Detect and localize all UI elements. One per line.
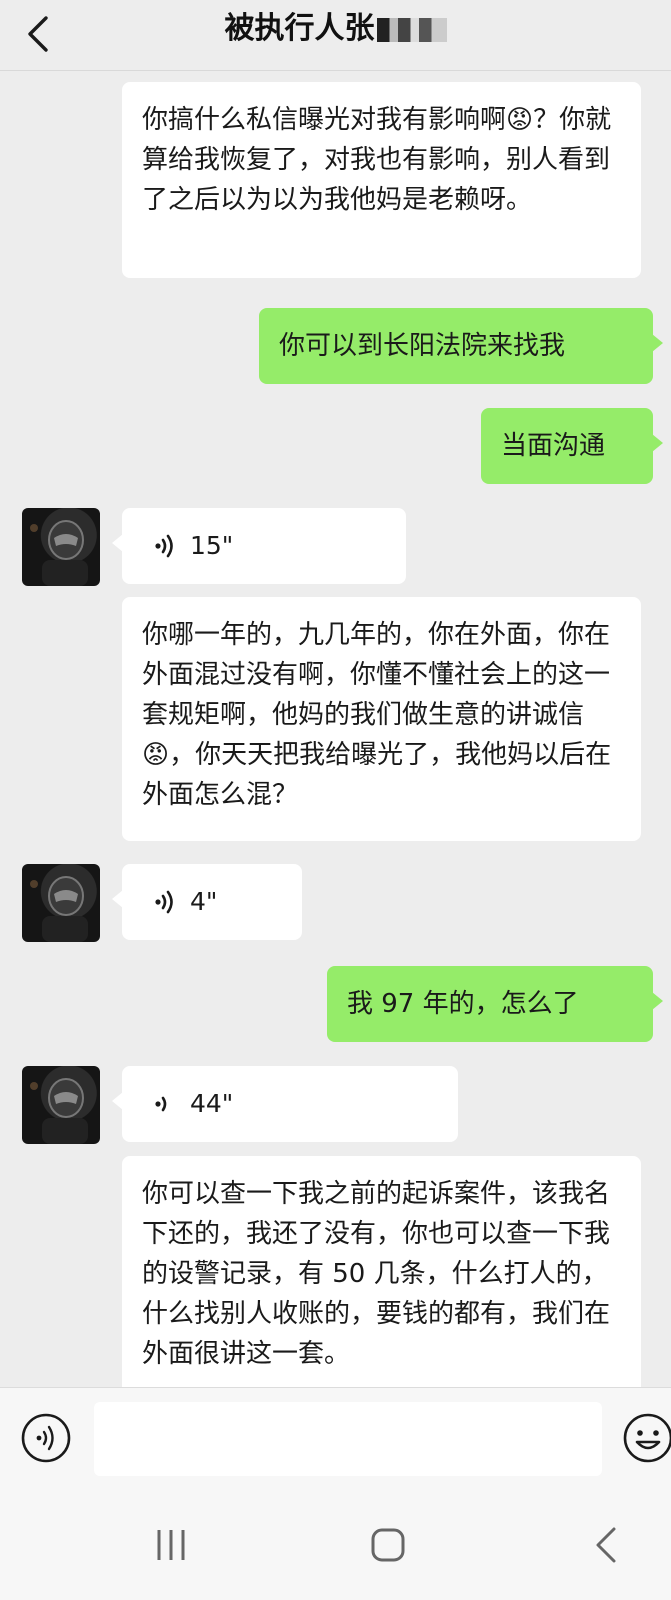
contact-avatar[interactable]: [22, 1066, 100, 1144]
sent-text-message[interactable]: 当面沟通: [481, 408, 663, 484]
recent-apps-icon: [157, 1530, 185, 1560]
redacted-name-mosaic: [376, 17, 447, 42]
contact-avatar[interactable]: [22, 864, 100, 942]
message-text: 你哪一年的，九几年的，你在外面，你在外面混过没有啊，你懂不懂社会上的这一套规矩啊…: [142, 620, 612, 810]
nav-back-button[interactable]: [576, 1515, 636, 1575]
home-icon: [371, 1528, 405, 1562]
helmet-avatar-image: [30, 1078, 88, 1144]
message-text: 你搞什么私信曝光对我有影响啊😡？你就算给我恢复了，对我也有影响，别人看到了之后以…: [142, 105, 612, 215]
message-text: 我 97 年的，怎么了: [347, 989, 579, 1019]
voice-wave-icon: [155, 534, 173, 558]
voice-input-icon: [21, 1413, 71, 1463]
message-input[interactable]: [94, 1402, 602, 1476]
voice-wave-icon: [155, 890, 173, 914]
emoji-button[interactable]: [622, 1412, 671, 1464]
voice-duration: 15": [190, 531, 234, 560]
message-text: 你可以到长阳法院来找我: [279, 331, 566, 361]
chat-input-bar: [0, 1387, 671, 1488]
sent-text-message[interactable]: 你可以到长阳法院来找我: [259, 308, 663, 384]
helmet-avatar-image: [30, 876, 88, 942]
voice-wave-icon: [155, 1096, 167, 1112]
voice-duration: 44": [190, 1089, 234, 1118]
emoji-icon: [623, 1413, 671, 1463]
voice-input-button[interactable]: [20, 1412, 72, 1464]
contact-avatar[interactable]: [22, 508, 100, 586]
received-text-message[interactable]: 你可以查一下我之前的起诉案件，该我名下还的，我还了没有，你也可以查一下我的设警记…: [122, 1156, 641, 1406]
system-navigation-bar: [0, 1487, 671, 1600]
nav-back-icon: [596, 1527, 616, 1563]
voice-duration: 4": [190, 887, 218, 916]
recent-apps-button[interactable]: [141, 1515, 201, 1575]
message-text: 当面沟通: [501, 431, 606, 461]
sent-text-message[interactable]: 我 97 年的，怎么了: [327, 966, 663, 1042]
message-text: 你可以查一下我之前的起诉案件，该我名下还的，我还了没有，你也可以查一下我的设警记…: [142, 1179, 611, 1369]
received-text-message[interactable]: 你哪一年的，九几年的，你在外面，你在外面混过没有啊，你懂不懂社会上的这一套规矩啊…: [122, 597, 641, 841]
received-voice-message[interactable]: 4": [112, 864, 302, 940]
chat-title: 被执行人张: [224, 11, 375, 46]
chat-title-row: 被执行人张: [0, 8, 671, 50]
helmet-avatar-image: [30, 520, 88, 586]
received-voice-message[interactable]: 44": [112, 1066, 458, 1142]
received-text-message[interactable]: 你搞什么私信曝光对我有影响啊😡？你就算给我恢复了，对我也有影响，别人看到了之后以…: [122, 82, 641, 278]
received-voice-message[interactable]: 15": [112, 508, 406, 584]
home-button[interactable]: [358, 1515, 418, 1575]
chat-header: 被执行人张: [0, 0, 671, 71]
